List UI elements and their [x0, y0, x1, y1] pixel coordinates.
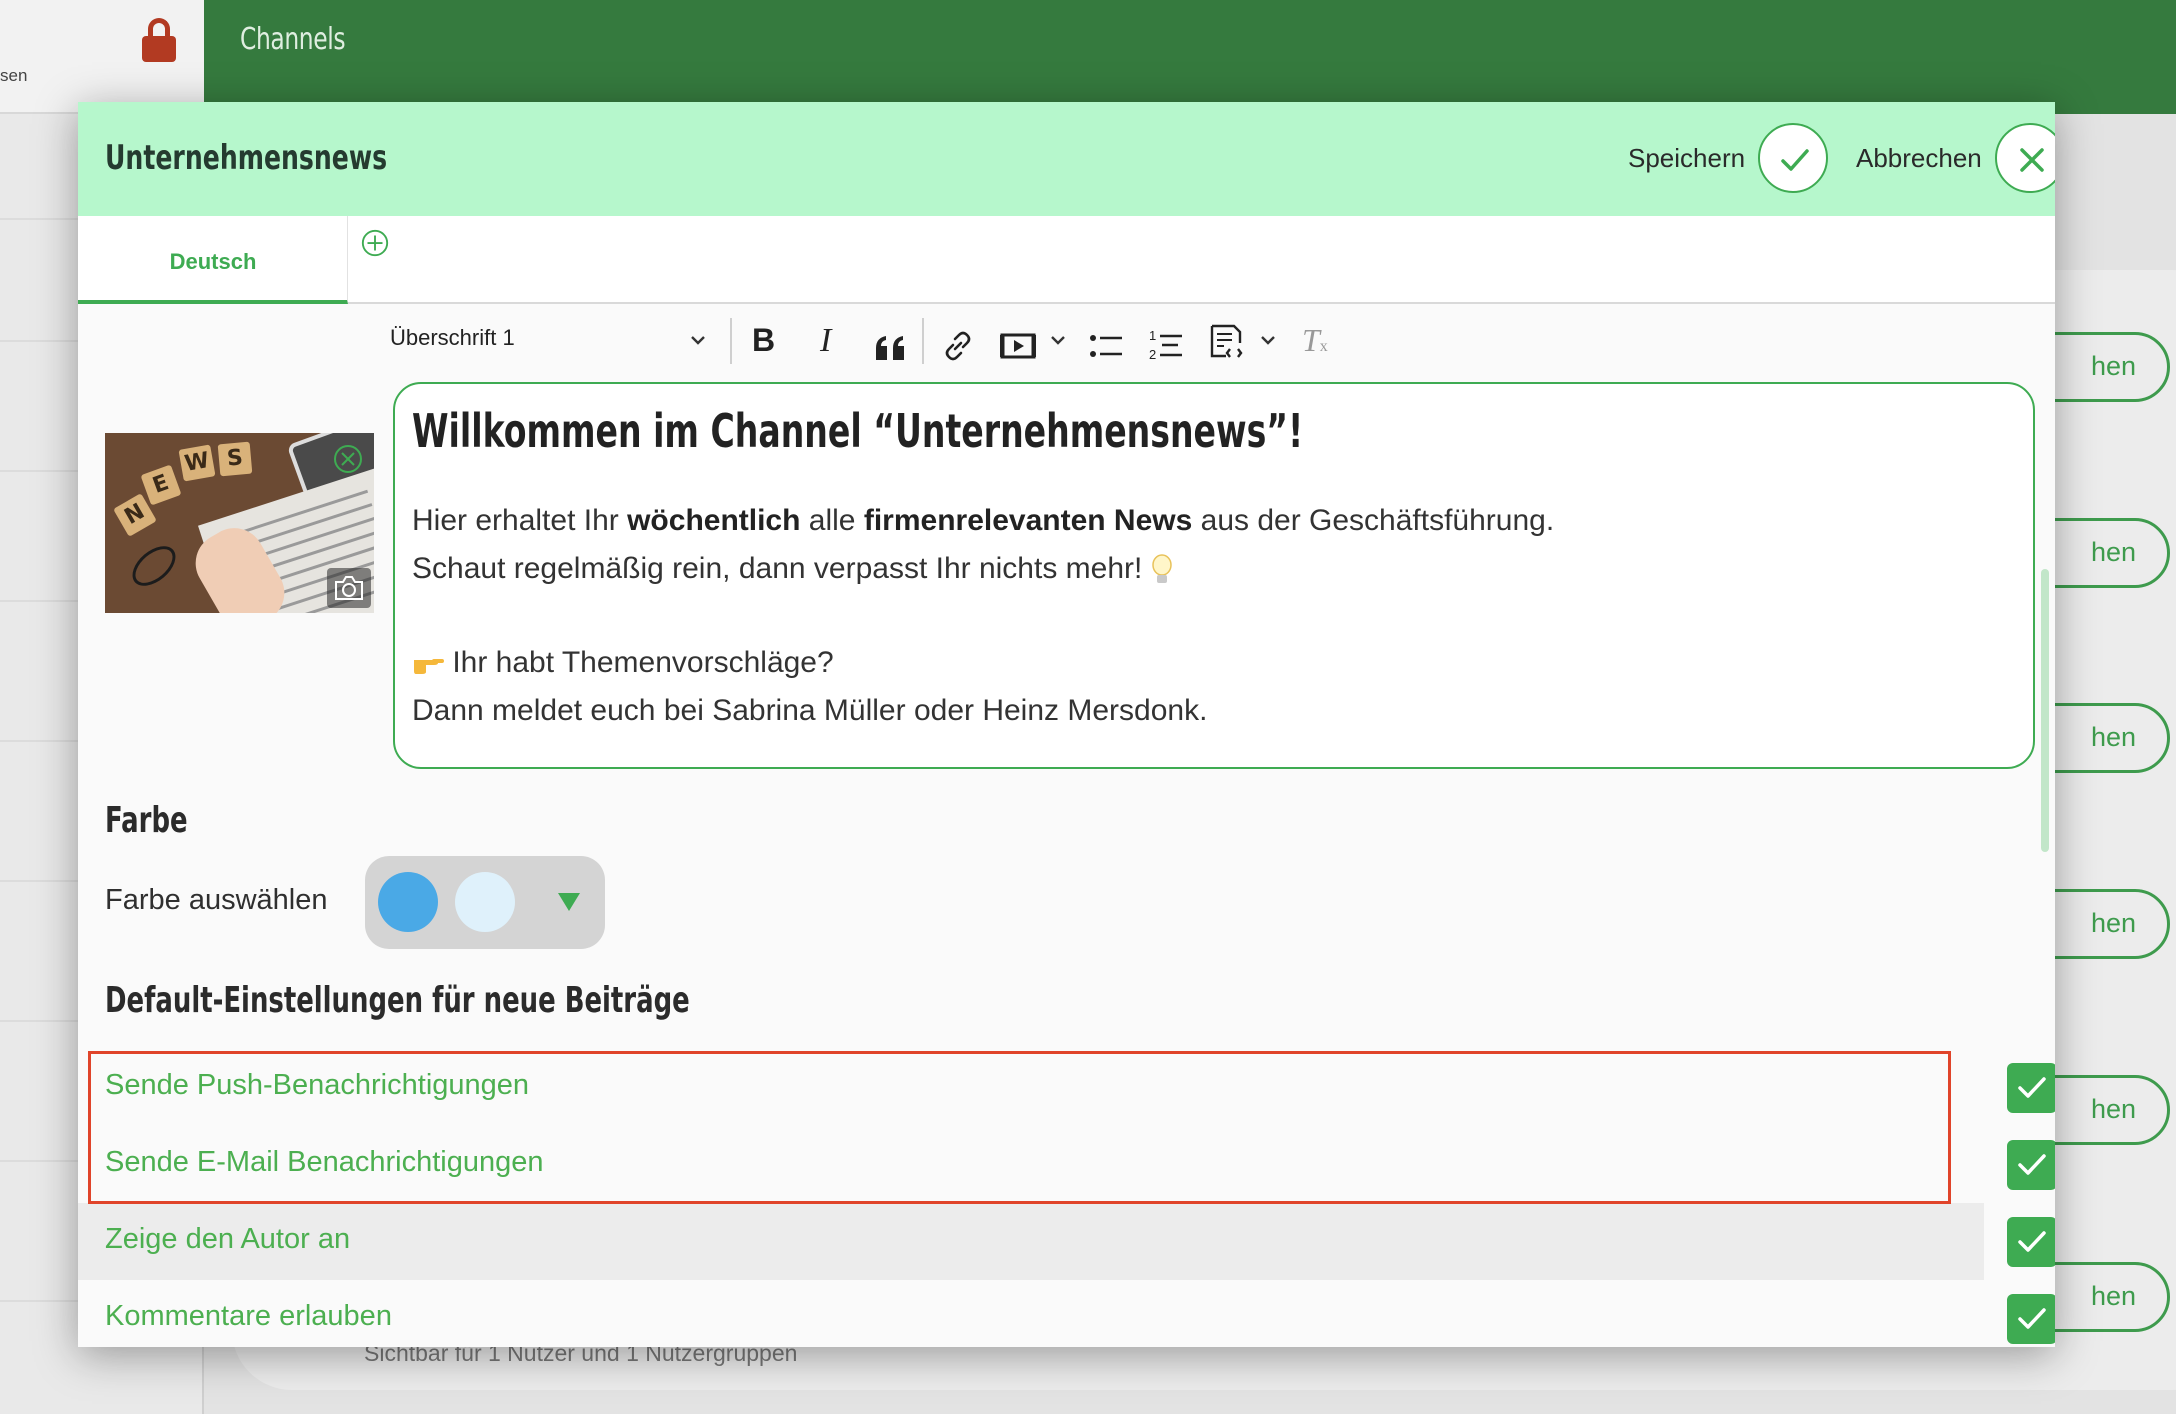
tab-deutsch[interactable]: Deutsch [78, 216, 348, 304]
editor-paragraph-4: Dann meldet euch bei Sabrina Müller oder… [412, 694, 1208, 727]
add-language-icon[interactable] [360, 228, 390, 258]
bulleted-list-icon[interactable] [1088, 326, 1124, 366]
cancel-button[interactable] [1995, 123, 2055, 193]
chevron-down-icon[interactable] [688, 330, 708, 350]
source-editing-icon[interactable] [1208, 322, 1246, 362]
lightbulb-icon [1151, 554, 1172, 584]
letter-tile: E [140, 464, 182, 506]
camera-icon [335, 576, 363, 600]
bold-icon[interactable]: B [752, 322, 775, 362]
toolbar-divider [730, 318, 732, 364]
option-row-author[interactable]: Zeige den Autor an [78, 1203, 2055, 1280]
toolbar-divider [922, 318, 924, 364]
editor-toolbar: Überschrift 1 B I 12 Tx [390, 312, 1370, 372]
cancel-label[interactable]: Abbrechen [1856, 143, 1982, 174]
text-run: alle [800, 504, 864, 537]
color-picker[interactable] [365, 856, 605, 949]
check-icon [1781, 149, 1809, 171]
close-icon [2020, 148, 2044, 172]
description-editor[interactable]: Willkommen im Channel “Unternehmensnews”… [393, 382, 2035, 769]
check-icon [2018, 1154, 2046, 1175]
defaults-section-title: Default-Einstellungen für neue Beiträge [105, 980, 690, 1021]
editor-paragraph-3: Ihr habt Themenvorschläge? [412, 646, 834, 680]
svg-text:1: 1 [1149, 328, 1156, 343]
text-run: Ihr habt Themenvorschläge? [444, 646, 834, 679]
letter-tile: S [217, 441, 253, 477]
letter-tile: W [178, 444, 216, 482]
color-section-title: Farbe [105, 800, 188, 841]
check-icon [2018, 1231, 2046, 1252]
modal-header: Unternehmensnews Speichern Abbrechen [78, 102, 2055, 216]
pointing-hand-icon [414, 659, 444, 675]
numbered-list-icon[interactable]: 12 [1148, 324, 1184, 364]
glasses-shape [125, 538, 183, 594]
channel-image[interactable]: N E W S [105, 433, 374, 613]
secondary-color-swatch[interactable] [455, 872, 515, 932]
remove-format-icon[interactable]: Tx [1302, 322, 1328, 362]
text-run: aus der Geschäftsführung. [1192, 504, 1555, 537]
change-image-button[interactable] [327, 568, 371, 608]
heading-select[interactable]: Überschrift 1 [390, 325, 515, 351]
email-checkbox[interactable] [2007, 1140, 2055, 1190]
push-checkbox[interactable] [2007, 1063, 2055, 1113]
check-icon [2018, 1077, 2046, 1098]
blockquote-icon[interactable] [874, 328, 908, 368]
author-checkbox[interactable] [2007, 1217, 2055, 1267]
editor-paragraph-1: Hier erhaltet Ihr wöchentlich alle firme… [412, 504, 1554, 538]
remove-image-icon[interactable] [332, 443, 364, 475]
link-icon[interactable] [942, 326, 974, 366]
save-button[interactable] [1758, 123, 1828, 193]
check-icon [2018, 1308, 2046, 1329]
chevron-down-icon[interactable] [1258, 330, 1278, 350]
pill-label: hen [2091, 1094, 2137, 1124]
tab-label: Deutsch [169, 249, 257, 274]
italic-icon[interactable]: I [820, 322, 831, 362]
page-title: Channels [240, 22, 346, 57]
editor-paragraph-2: Schaut regelmäßig rein, dann verpasst Ih… [412, 552, 1173, 586]
sidebar-partial-text: sen [0, 66, 28, 85]
bold-text-run: firmenrelevanten News [863, 504, 1193, 537]
modal-title: Unternehmensnews [105, 138, 388, 178]
pill-label: hen [2091, 722, 2137, 752]
lock-icon[interactable] [142, 18, 176, 62]
svg-text:2: 2 [1149, 347, 1156, 362]
scrollbar[interactable] [2041, 569, 2049, 852]
comments-checkbox[interactable] [2007, 1294, 2055, 1344]
editor-heading: Willkommen im Channel “Unternehmensnews”… [412, 404, 1304, 458]
color-select-label: Farbe auswählen [105, 884, 328, 916]
channel-edit-modal: Unternehmensnews Speichern Abbrechen Deu… [78, 102, 2055, 1347]
option-label: Kommentare erlauben [105, 1300, 392, 1332]
pill-label: hen [2091, 351, 2137, 381]
text-run: Schaut regelmäßig rein, dann verpasst Ih… [412, 552, 1151, 585]
media-embed-icon[interactable] [1000, 326, 1036, 366]
bold-text-run: wöchentlich [627, 504, 801, 537]
text-run: Hier erhaltet Ihr [412, 504, 628, 537]
chevron-down-icon[interactable] [1048, 330, 1068, 350]
highlight-annotation-box [88, 1051, 1951, 1204]
primary-color-swatch[interactable] [378, 872, 438, 932]
background-topbar [204, 0, 2176, 114]
option-label: Zeige den Autor an [105, 1223, 351, 1255]
pill-label: hen [2091, 908, 2137, 938]
pill-label: hen [2091, 537, 2137, 567]
pill-label: hen [2091, 1281, 2137, 1311]
option-row-comments[interactable]: Kommentare erlauben [78, 1280, 2055, 1347]
save-label[interactable]: Speichern [1628, 143, 1745, 174]
dropdown-triangle-icon[interactable] [558, 893, 580, 911]
